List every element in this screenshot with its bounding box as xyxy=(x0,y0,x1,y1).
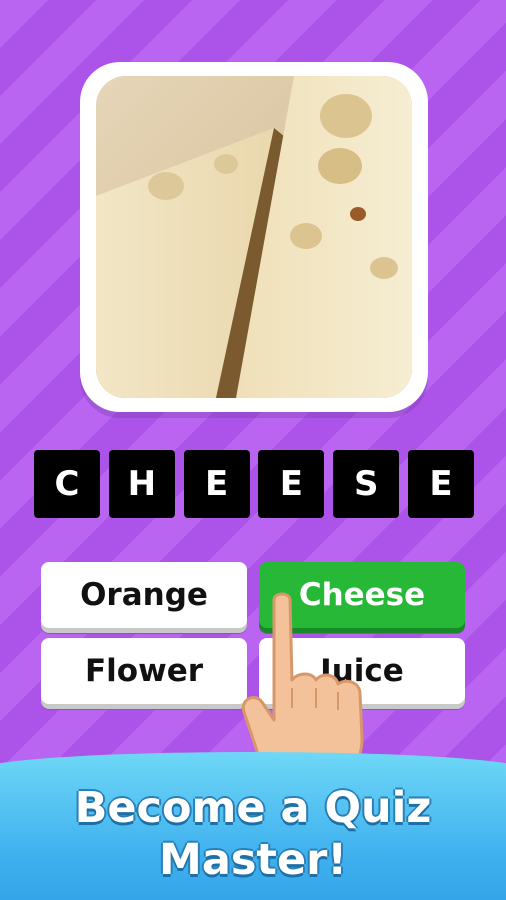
letter-tile: C xyxy=(34,450,100,518)
promo-headline: Become a Quiz Master! xyxy=(0,782,506,886)
letter-tile: E xyxy=(183,450,250,518)
answer-word: C H E E S E xyxy=(34,450,474,518)
letter-tile: H xyxy=(108,450,175,518)
letter-tile: E xyxy=(407,450,474,518)
promo-line-2: Master! xyxy=(159,835,347,885)
letter-tile: E xyxy=(258,450,325,518)
option-orange-button[interactable]: Orange xyxy=(41,562,247,628)
letter-tile: S xyxy=(333,450,400,518)
cheese-photo-art xyxy=(96,76,412,398)
quiz-image-card xyxy=(80,62,428,412)
option-flower-button[interactable]: Flower xyxy=(41,638,247,704)
promo-line-1: Become a Quiz xyxy=(74,783,432,833)
cheese-photo xyxy=(96,76,412,398)
